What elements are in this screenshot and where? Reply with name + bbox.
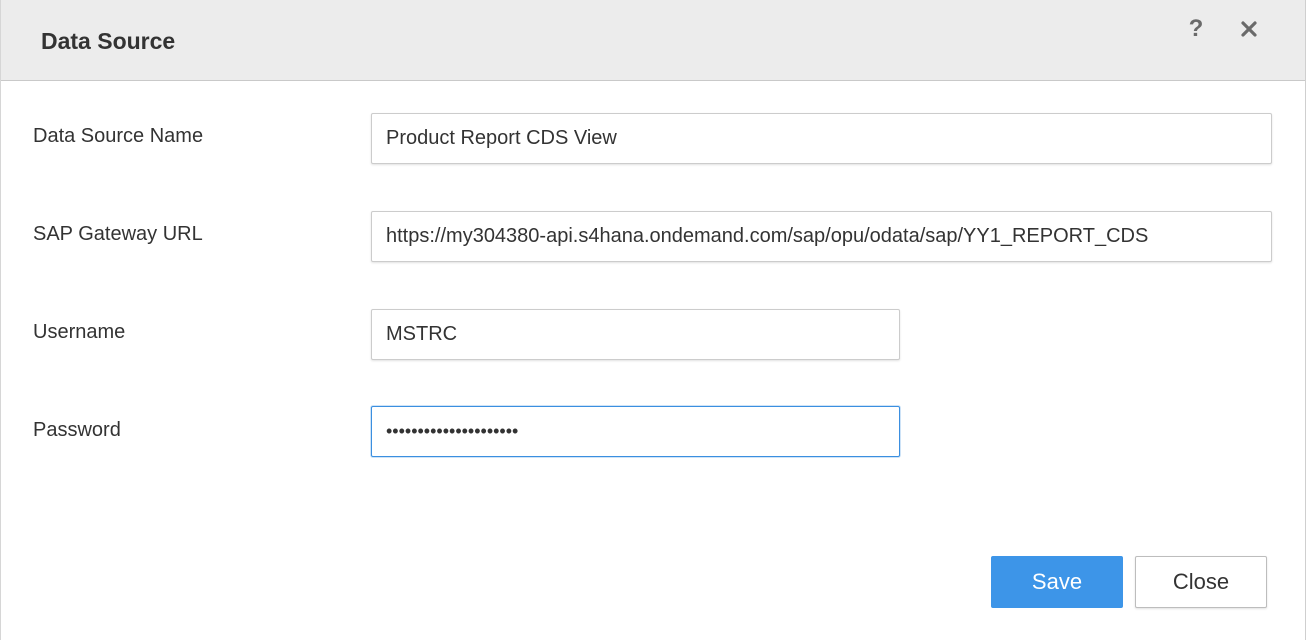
- username-label: Username: [33, 321, 126, 343]
- password-input[interactable]: •••••••••••••••••••••: [371, 406, 900, 457]
- dialog-title: Data Source: [41, 28, 176, 54]
- data-source-name-label: Data Source Name: [33, 125, 204, 147]
- gateway-url-input[interactable]: https://my304380-api.s4hana.ondemand.com…: [371, 211, 1272, 262]
- data-source-name-input[interactable]: Product Report CDS View: [371, 113, 1272, 164]
- close-icon[interactable]: [1235, 14, 1263, 44]
- dialog-header: Data Source ?: [1, 0, 1305, 81]
- gateway-url-label: SAP Gateway URL: [33, 223, 203, 245]
- help-icon[interactable]: ?: [1182, 14, 1210, 44]
- data-source-dialog: Data Source ? Data Source Name Product R…: [0, 0, 1306, 640]
- save-button[interactable]: Save: [991, 556, 1123, 608]
- close-button[interactable]: Close: [1135, 556, 1267, 608]
- username-input[interactable]: MSTRC: [371, 309, 900, 360]
- password-label: Password: [33, 419, 121, 441]
